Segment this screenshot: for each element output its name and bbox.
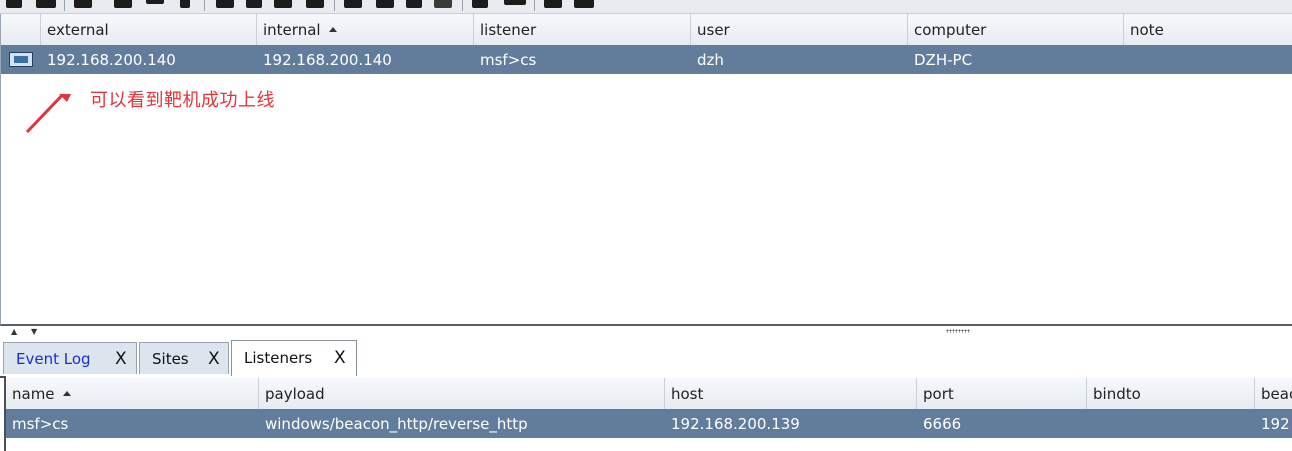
close-icon[interactable]: X xyxy=(208,343,220,375)
toolbar-icon-9[interactable] xyxy=(274,0,292,8)
toolbar-icon-6[interactable] xyxy=(180,0,190,8)
toolbar-icon-16[interactable] xyxy=(504,0,526,5)
toolbar-icon-14[interactable] xyxy=(434,0,452,8)
column-icon[interactable] xyxy=(1,14,41,45)
toolbar-separator xyxy=(462,0,463,11)
column-payload[interactable]: payload xyxy=(259,378,665,409)
column-label: internal xyxy=(263,21,321,39)
toolbar-separator xyxy=(204,0,205,11)
column-label: external xyxy=(47,21,109,39)
tab-label: Listeners xyxy=(244,349,313,367)
toolbar xyxy=(0,0,1292,14)
column-bindto[interactable]: bindto xyxy=(1087,378,1255,409)
cell-computer: DZH-PC xyxy=(914,51,973,69)
toolbar-icon-11[interactable] xyxy=(344,0,362,8)
cell-host: 192.168.200.139 xyxy=(671,415,800,433)
toolbar-icon-4[interactable] xyxy=(114,0,132,8)
column-label: beac xyxy=(1261,385,1292,403)
tab-event-log[interactable]: Event Log X xyxy=(3,342,137,374)
toolbar-icon-12[interactable] xyxy=(376,0,394,8)
beacons-table-header: external internal listener user computer… xyxy=(1,14,1292,46)
column-port[interactable]: port xyxy=(917,378,1087,409)
column-label: bindto xyxy=(1093,385,1141,403)
annotation-text: 可以看到靶机成功上线 xyxy=(90,90,275,111)
table-row[interactable]: msf>cs windows/beacon_http/reverse_http … xyxy=(6,409,1292,438)
sort-ascending-icon xyxy=(328,27,337,32)
collapse-up-icon[interactable]: ▲ xyxy=(11,328,17,336)
toolbar-icon-17[interactable] xyxy=(544,0,562,8)
column-label: user xyxy=(697,21,730,39)
table-row[interactable]: 192.168.200.140 192.168.200.140 msf>cs d… xyxy=(1,45,1292,74)
column-label: port xyxy=(923,385,954,403)
collapse-down-icon[interactable]: ▼ xyxy=(31,328,37,336)
column-label: listener xyxy=(480,21,537,39)
listeners-table: name payload host port bindto beac msf>c… xyxy=(4,376,1292,451)
tab-listeners[interactable]: Listeners X xyxy=(231,340,357,376)
cell-port: 6666 xyxy=(923,415,962,433)
toolbar-icon-2[interactable] xyxy=(36,0,56,8)
split-pane-divider[interactable]: ▲ ▼ xyxy=(0,326,1292,340)
cell-user: dzh xyxy=(697,51,724,69)
toolbar-icon-13[interactable] xyxy=(406,0,422,8)
tab-sites[interactable]: Sites X xyxy=(139,342,229,374)
column-name[interactable]: name xyxy=(6,378,259,409)
listeners-table-header: name payload host port bindto beac xyxy=(6,378,1292,410)
toolbar-icon-18[interactable] xyxy=(574,0,594,8)
column-beacons[interactable]: beac xyxy=(1255,378,1292,409)
column-computer[interactable]: computer xyxy=(908,14,1124,45)
column-internal[interactable]: internal xyxy=(257,14,474,45)
toolbar-separator xyxy=(534,0,535,11)
monitor-icon xyxy=(9,52,33,67)
column-external[interactable]: external xyxy=(41,14,257,45)
column-user[interactable]: user xyxy=(691,14,908,45)
cell-listener: msf>cs xyxy=(480,51,537,69)
toolbar-icon-7[interactable] xyxy=(216,0,234,8)
column-note[interactable]: note xyxy=(1124,14,1292,45)
column-label: note xyxy=(1130,21,1164,39)
toolbar-icon-3[interactable] xyxy=(74,0,92,8)
close-icon[interactable]: X xyxy=(334,341,346,375)
column-label: host xyxy=(671,385,704,403)
toolbar-icon-10[interactable] xyxy=(306,0,324,8)
cell-internal: 192.168.200.140 xyxy=(263,51,392,69)
cell-note xyxy=(1124,45,1292,74)
cell-beacons: 192 xyxy=(1261,415,1290,433)
tab-label: Sites xyxy=(152,350,189,368)
column-listener[interactable]: listener xyxy=(474,14,691,45)
sort-ascending-icon xyxy=(62,391,71,396)
toolbar-separator xyxy=(334,0,335,11)
tab-label: Event Log xyxy=(16,350,91,368)
annotation-arrow-icon xyxy=(25,94,71,134)
column-host[interactable]: host xyxy=(665,378,917,409)
column-label: name xyxy=(12,385,55,403)
tab-bar: Event Log X Sites X Listeners X xyxy=(0,340,1292,378)
beacons-table: external internal listener user computer… xyxy=(0,14,1292,326)
close-icon[interactable]: X xyxy=(115,343,127,375)
toolbar-separator xyxy=(64,0,65,11)
toolbar-icon-8[interactable] xyxy=(246,0,262,8)
cell-external: 192.168.200.140 xyxy=(47,51,176,69)
toolbar-icon-1[interactable] xyxy=(6,0,22,8)
cell-payload: windows/beacon_http/reverse_http xyxy=(265,415,528,433)
cell-name: msf>cs xyxy=(12,415,69,433)
cell-bindto xyxy=(1087,409,1255,438)
toolbar-icon-5[interactable] xyxy=(146,0,164,4)
column-label: payload xyxy=(265,385,325,403)
column-label: computer xyxy=(914,21,987,39)
toolbar-icon-15[interactable] xyxy=(472,0,488,8)
divider-grip-icon[interactable] xyxy=(946,329,970,333)
